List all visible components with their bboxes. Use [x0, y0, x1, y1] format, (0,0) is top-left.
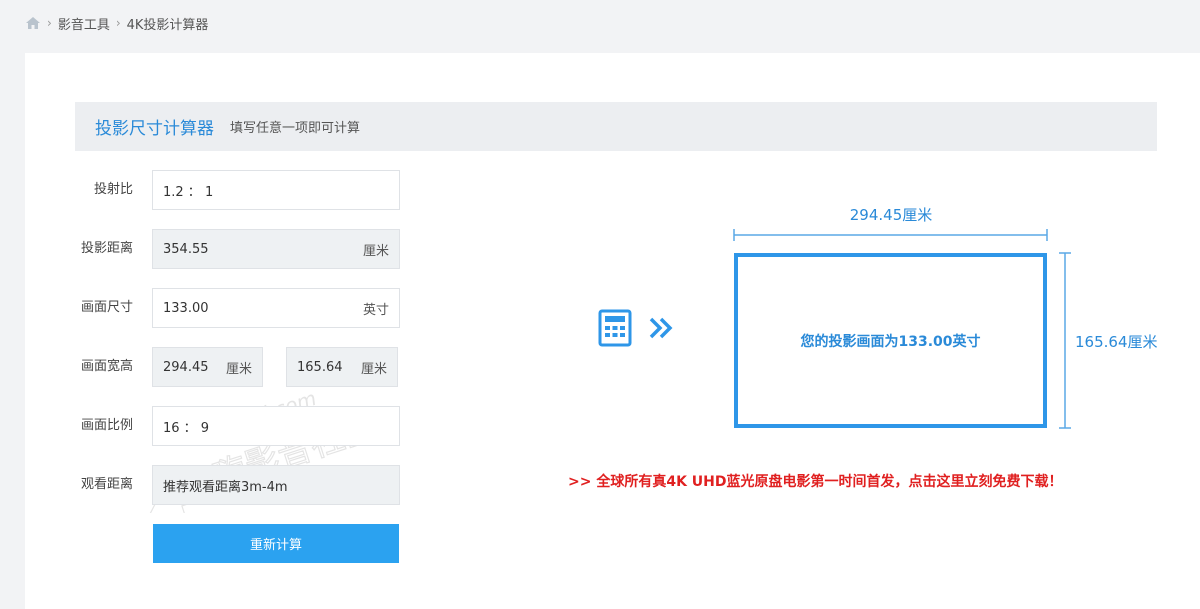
width-input[interactable]: 294.45 厘米 [152, 347, 263, 387]
breadcrumb-separator: › [115, 16, 121, 30]
dimensions-label: 画面宽高 [80, 359, 133, 374]
diagram-height-label: 165.64厘米 [1075, 333, 1158, 351]
promo-download-link[interactable]: >> 全球所有真4K UHD蓝光原盘电影第一时间首发，点击这里立刻免费下载！ [568, 471, 1063, 491]
throw-ratio-label: 投射比 [93, 182, 133, 197]
double-chevron-right-icon [648, 316, 674, 340]
page-title: 投影尺寸计算器 [95, 119, 214, 139]
breadcrumb-item-current[interactable]: 4K投影计算器 [127, 14, 209, 33]
screen-size-value: 133.00 [163, 300, 209, 316]
breadcrumb: › 影音工具 › 4K投影计算器 [25, 13, 208, 33]
diagram-width-label: 294.45厘米 [849, 206, 933, 224]
screen-size-input[interactable]: 133.00 英寸 [152, 288, 400, 328]
width-value: 294.45 [163, 359, 209, 375]
height-input[interactable]: 165.64 厘米 [286, 347, 398, 387]
viewing-distance-value: 推荐观看距离3m-4m [163, 479, 288, 495]
distance-input[interactable]: 354.55 厘米 [152, 229, 400, 269]
width-unit: 厘米 [225, 361, 252, 377]
aspect-label: 画面比例 [80, 418, 133, 433]
calculator-card: 投影尺寸计算器 填写任意一项即可计算 zhaihai.com 宅嗨影音社区 投射… [25, 53, 1200, 609]
calculator-icon [598, 309, 632, 347]
breadcrumb-item-tools[interactable]: 影音工具 [58, 14, 110, 33]
distance-unit: 厘米 [362, 243, 389, 259]
calculator-header: 投影尺寸计算器 填写任意一项即可计算 [75, 102, 1157, 151]
screen-size-summary: 您的投影画面为133.00英寸 [800, 333, 981, 350]
distance-label: 投影距离 [80, 241, 133, 256]
throw-ratio-value: 1.2 ： 1 [163, 184, 214, 200]
distance-value: 354.55 [163, 241, 209, 257]
aspect-input[interactable]: 16 ： 9 [152, 406, 400, 446]
viewing-distance-field: 推荐观看距离3m-4m [152, 465, 400, 505]
page-subtitle: 填写任意一项即可计算 [230, 121, 361, 136]
recalculate-button[interactable]: 重新计算 [153, 524, 399, 563]
home-icon[interactable] [25, 16, 41, 30]
aspect-value: 16 ： 9 [163, 420, 210, 436]
throw-ratio-input[interactable]: 1.2 ： 1 [152, 170, 400, 210]
viewing-distance-label: 观看距离 [80, 477, 133, 492]
height-unit: 厘米 [360, 361, 387, 377]
screen-size-unit: 英寸 [362, 302, 389, 318]
height-value: 165.64 [297, 359, 343, 375]
breadcrumb-separator: › [47, 16, 52, 30]
screen-size-label: 画面尺寸 [80, 300, 133, 315]
projection-screen: 您的投影画面为133.00英寸 [734, 253, 1047, 428]
